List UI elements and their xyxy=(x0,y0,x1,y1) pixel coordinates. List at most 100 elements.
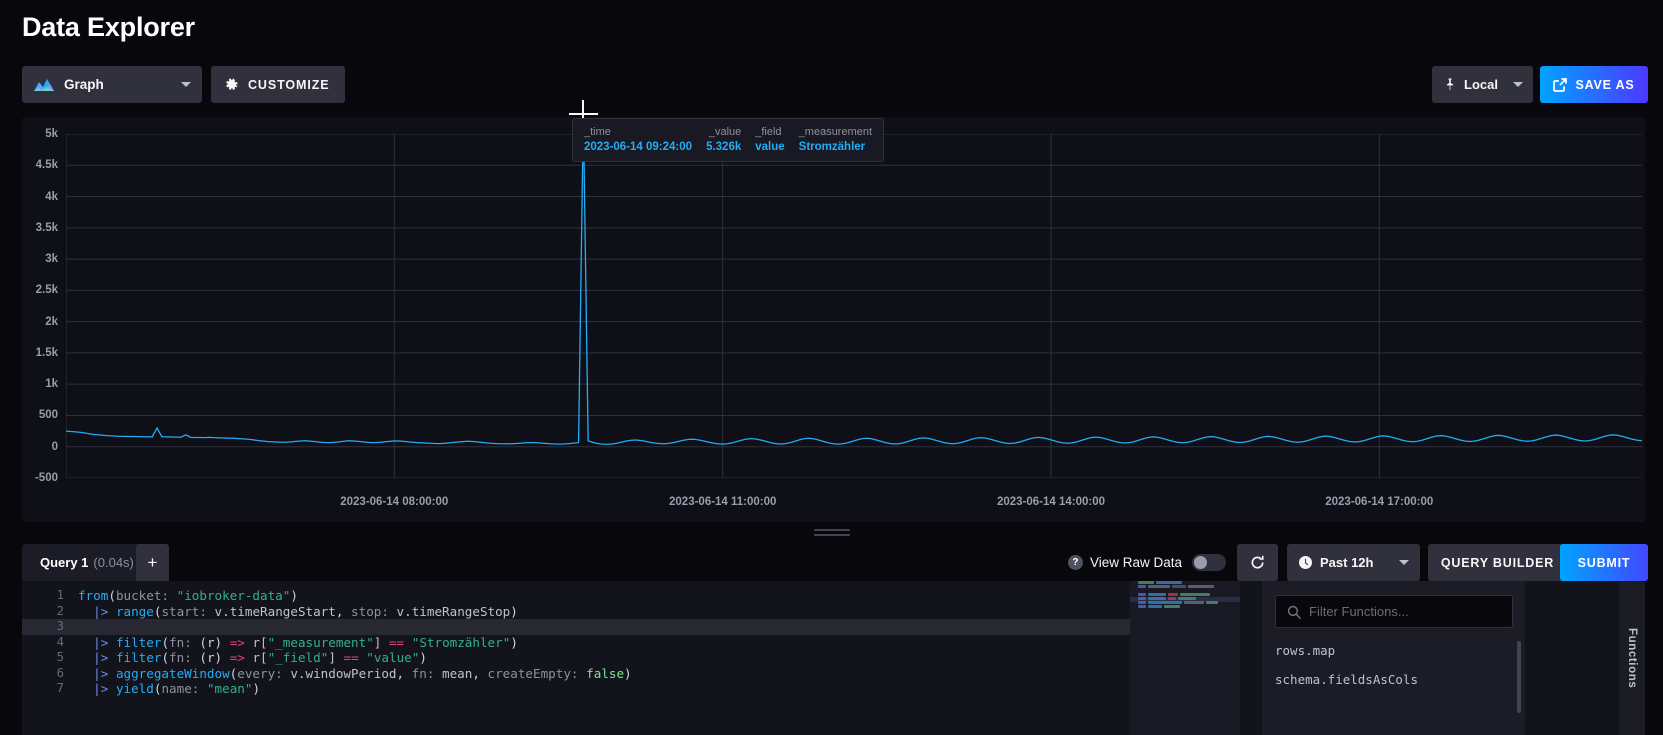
code-line[interactable]: 4 |> filter(fn: (r) => r["_measurement"]… xyxy=(22,635,1130,651)
code-token: ) xyxy=(510,634,518,650)
line-number: 5 xyxy=(56,650,64,664)
add-query-button[interactable]: + xyxy=(136,544,169,581)
switch-knob xyxy=(1194,556,1207,569)
code-token: mean xyxy=(434,665,473,681)
code-token: name: xyxy=(161,681,200,696)
raw-data-switch[interactable] xyxy=(1192,554,1226,571)
code-token: ) xyxy=(624,665,632,681)
save-scope-dropdown[interactable]: Local xyxy=(1432,66,1533,103)
line-number: 4 xyxy=(56,634,64,649)
view-raw-data-toggle[interactable]: ? View Raw Data xyxy=(1067,544,1226,581)
code-token: (r) xyxy=(199,650,223,665)
time-range-dropdown[interactable]: Past 12h xyxy=(1287,544,1420,581)
x-axis-tick-label: 2023-06-14 11:00:00 xyxy=(669,496,777,508)
code-token: fn: xyxy=(169,634,192,650)
hover-tooltip: _time 2023-06-14 09:24:00 _value 5.326k … xyxy=(572,118,885,162)
code-token: every: xyxy=(237,665,283,681)
function-list[interactable]: rows.map schema.fieldsAsCols xyxy=(1262,636,1525,735)
code-line[interactable]: 5 |> filter(fn: (r) => r["_field"] == "v… xyxy=(22,650,1130,666)
customize-button[interactable]: CUSTOMIZE xyxy=(211,66,346,103)
tooltip-value: 5.326k xyxy=(706,141,742,153)
functions-panel: Filter Functions... rows.map schema.field… xyxy=(1262,581,1525,735)
code-token: "_measurement" xyxy=(267,634,374,650)
visualization-type-dropdown[interactable]: Graph xyxy=(22,66,202,103)
query-tab-1[interactable]: Query 1 (0.04s) xyxy=(22,544,152,581)
code-token: |> xyxy=(93,650,109,665)
pin-icon xyxy=(1446,78,1454,90)
code-token: (r) xyxy=(199,634,223,650)
functions-side-tab[interactable]: Functions xyxy=(1619,581,1645,735)
code-token: ) xyxy=(252,681,261,696)
plot-area[interactable] xyxy=(65,99,1642,479)
code-token: filter xyxy=(115,634,162,650)
tooltip-value: 2023-06-14 09:24:00 xyxy=(584,141,693,153)
code-token: aggregateWindow xyxy=(115,665,230,681)
code-token: "Stromzähler" xyxy=(411,634,511,650)
function-filter-input[interactable]: Filter Functions... xyxy=(1275,595,1513,628)
series-line xyxy=(66,134,1642,444)
chevron-down-icon xyxy=(181,82,191,87)
save-as-button[interactable]: SAVE AS xyxy=(1540,66,1648,103)
tooltip-column-measurement: _measurement Stromzähler xyxy=(799,126,872,153)
y-axis-tick-label: 0 xyxy=(51,440,58,453)
code-line[interactable]: 6 |> aggregateWindow(every: v.windowPeri… xyxy=(22,666,1130,682)
function-list-item[interactable]: rows.map xyxy=(1262,636,1525,665)
line-number: 2 xyxy=(56,603,64,618)
query-builder-button[interactable]: QUERY BUILDER xyxy=(1428,544,1567,581)
code-token: v.timeRangeStop xyxy=(388,603,511,619)
panel-resize-handle[interactable] xyxy=(813,529,850,539)
code-line[interactable]: 2 |> range(start: v.timeRangeStart, stop… xyxy=(22,604,1130,620)
external-link-icon xyxy=(1553,77,1568,92)
function-list-item[interactable]: schema.fieldsAsCols xyxy=(1262,665,1525,694)
code-token: , xyxy=(396,665,412,681)
code-token: from xyxy=(78,588,109,603)
code-token: stop: xyxy=(351,603,389,619)
code-token: ( xyxy=(161,634,170,650)
save-scope-label: Local xyxy=(1464,77,1498,92)
code-token: filter xyxy=(115,650,162,665)
code-line[interactable]: 3 xyxy=(22,619,1130,635)
functions-side-tab-label: Functions xyxy=(1626,627,1638,689)
code-token: => xyxy=(229,634,245,650)
graph-panel[interactable]: 5k 4.5k 4k 3.5k 3k 2.5k 2k 1.5k 1k 500 0 -500 2023-… xyxy=(22,99,1645,522)
y-axis-tick-label: 500 xyxy=(38,409,58,422)
code-token: "_field" xyxy=(267,650,329,665)
submit-button[interactable]: SUBMIT xyxy=(1560,544,1648,581)
code-line[interactable]: 7 |> yield(name: "mean") xyxy=(22,681,1130,697)
tooltip-header: _value xyxy=(708,126,742,138)
code-token: , xyxy=(472,665,488,681)
crosshair-horizontal xyxy=(569,112,599,115)
refresh-button[interactable] xyxy=(1237,544,1278,581)
resize-grip-line xyxy=(813,534,850,536)
save-as-label: SAVE AS xyxy=(1575,77,1635,92)
function-list-scrollbar[interactable] xyxy=(1517,641,1521,713)
help-icon[interactable]: ? xyxy=(1067,555,1083,570)
code-token: v.windowPeriod xyxy=(282,665,397,681)
y-axis-tick-label: 1.5k xyxy=(35,346,58,359)
minimap-line xyxy=(1138,585,1240,588)
code-line[interactable]: 1 from(bucket: "iobroker-data") xyxy=(22,588,1130,604)
code-token: ) xyxy=(290,588,298,603)
code-token: , xyxy=(335,603,352,619)
line-number: 6 xyxy=(56,665,64,680)
flux-code-editor[interactable]: 1 from(bucket: "iobroker-data") 2 |> range… xyxy=(22,581,1130,735)
code-token: == xyxy=(381,634,412,650)
x-axis: 2023-06-14 08:00:00 2023-06-14 11:00:00 20… xyxy=(22,496,1645,514)
x-axis-tick-label: 2023-06-14 17:00:00 xyxy=(1325,496,1434,508)
code-token: "mean" xyxy=(206,681,253,696)
code-minimap[interactable] xyxy=(1130,581,1240,735)
code-token: false xyxy=(586,665,625,681)
code-token: r[ xyxy=(244,650,268,665)
tooltip-header: _field xyxy=(755,126,782,138)
minimap-line xyxy=(1138,593,1240,596)
